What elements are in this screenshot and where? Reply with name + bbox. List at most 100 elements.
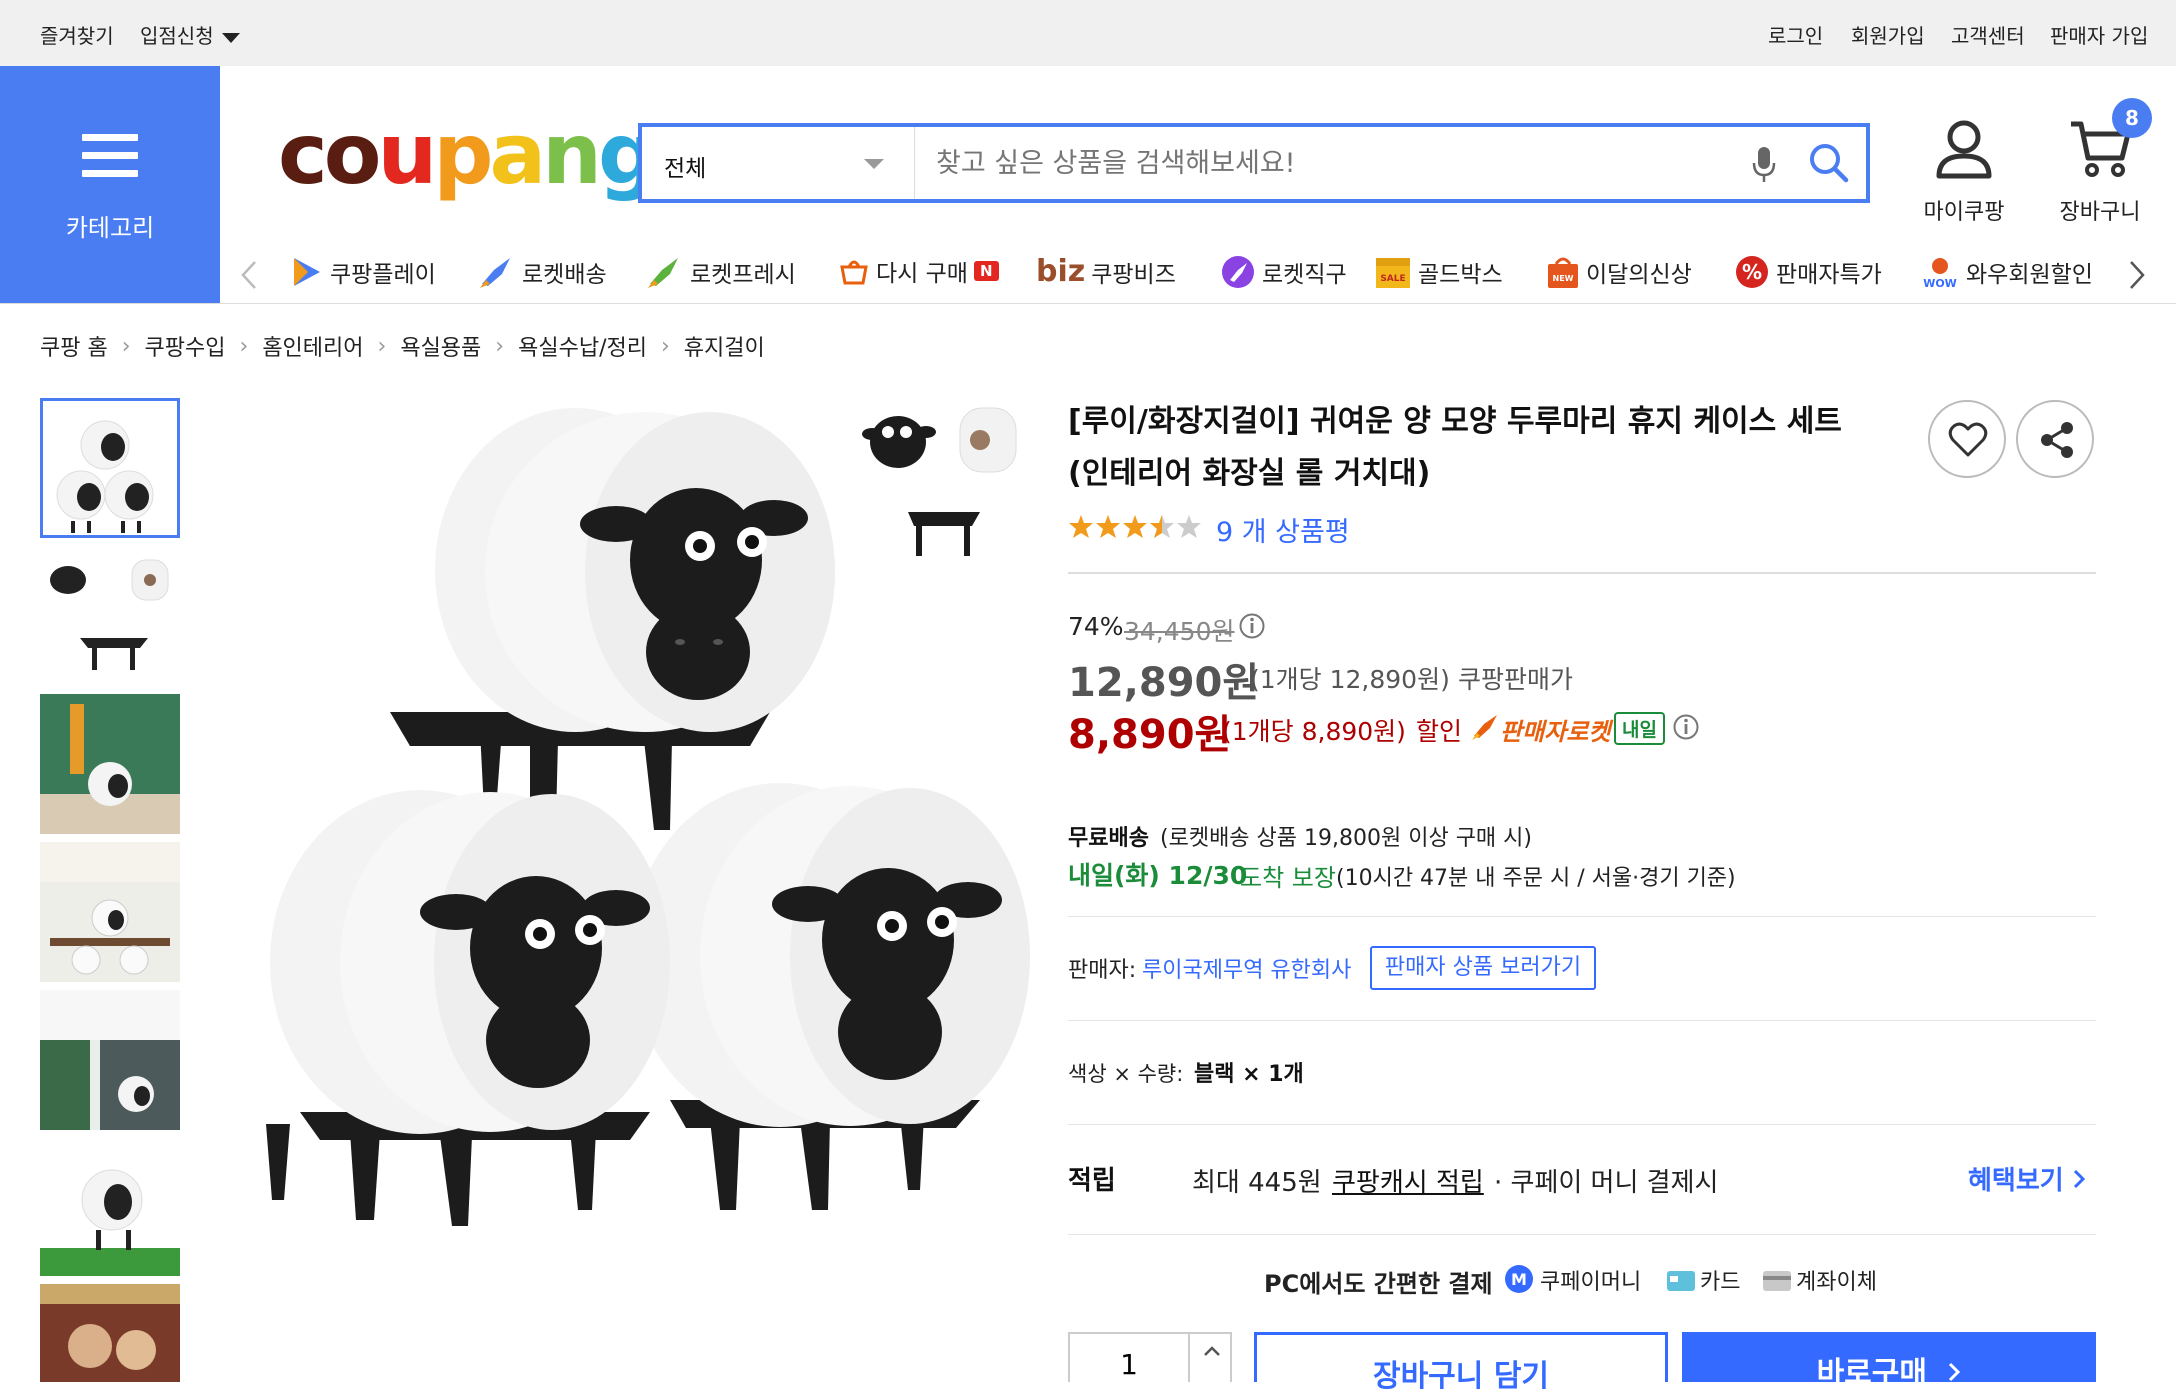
search-input[interactable] bbox=[934, 147, 1738, 180]
new-bag-icon: NEW bbox=[1548, 257, 1578, 288]
info-icon[interactable] bbox=[1238, 612, 1266, 640]
svg-text:M: M bbox=[1511, 1270, 1527, 1289]
arrival-condition: (10시간 47분 내 주문 시 / 서울·경기 기준) bbox=[1336, 866, 1736, 891]
coupang-play-icon bbox=[294, 258, 320, 286]
nav-item-goldbox[interactable]: SALE 골드박스 bbox=[1374, 254, 1503, 290]
breadcrumb-item[interactable]: 욕실용품 bbox=[400, 330, 481, 362]
chevron-right-icon bbox=[2073, 1169, 2085, 1188]
divider bbox=[1068, 572, 2096, 574]
quantity-stepper bbox=[1068, 1332, 1232, 1382]
seller-products-button[interactable]: 판매자 상품 보러가기 bbox=[1370, 946, 1596, 990]
breadcrumb-item[interactable]: 쿠팡 홈 bbox=[40, 330, 108, 362]
search-category-value: 전체 bbox=[664, 156, 707, 182]
my-coupang-button[interactable]: 마이쿠팡 bbox=[1914, 118, 2014, 226]
rocket-icon bbox=[1472, 715, 1497, 740]
chevron-right-icon: › bbox=[660, 333, 670, 359]
thumbnail-1[interactable] bbox=[40, 398, 180, 538]
nav-item-rocket-direct[interactable]: 로켓직구 bbox=[1220, 254, 1347, 290]
chevron-down-icon bbox=[864, 159, 884, 169]
nav-item-rocket-fresh[interactable]: 로켓프레시 bbox=[644, 254, 796, 290]
user-icon bbox=[1936, 120, 1992, 179]
shipping-title: 무료배송 bbox=[1068, 826, 1149, 851]
chevron-right-icon[interactable] bbox=[2128, 260, 2146, 290]
divider bbox=[1068, 1020, 2096, 1021]
category-nav: 쿠팡플레이 로켓배송 로켓프레시 다시 구매 N biz 쿠팡비즈 로켓직구 S… bbox=[220, 240, 2176, 304]
nav-item-rocket[interactable]: 로켓배송 bbox=[476, 254, 607, 290]
thumbnail-4[interactable] bbox=[40, 842, 180, 982]
chevron-right-icon bbox=[1949, 1362, 1961, 1382]
new-badge: N bbox=[973, 261, 999, 281]
nav-item-new[interactable]: NEW 이달의신상 bbox=[1546, 254, 1692, 290]
benefit-link[interactable]: 혜택보기 bbox=[1968, 1160, 2086, 1197]
breadcrumb-item[interactable]: 욕실수납/정리 bbox=[518, 330, 647, 362]
thumbnail-2[interactable] bbox=[40, 548, 180, 688]
rating-stars bbox=[1069, 515, 1201, 538]
seller-name-link[interactable]: 루이국제무역 유한회사 bbox=[1142, 952, 1351, 984]
arrival-date: 내일(화) 12/30 bbox=[1068, 861, 1248, 890]
add-to-cart-label: 장바구니 담기 bbox=[1372, 1359, 1550, 1394]
signup-link[interactable]: 회원가입 bbox=[1851, 20, 1925, 49]
login-link[interactable]: 로그인 bbox=[1768, 20, 1823, 49]
nav-item-rebuy[interactable]: 다시 구매 N bbox=[838, 254, 999, 288]
breadcrumb-item[interactable]: 쿠팡수입 bbox=[145, 330, 226, 362]
buy-now-button[interactable]: 바로구매 bbox=[1682, 1332, 2096, 1391]
thumbnail-3[interactable] bbox=[40, 694, 180, 834]
share-icon bbox=[2041, 422, 2073, 458]
nav-item-wow[interactable]: WOW 와우회원할인 bbox=[1920, 254, 2100, 290]
breadcrumb: 쿠팡 홈 › 쿠팡수입 › 홈인테리어 › 욕실용품 › 욕실수납/정리 › 휴지걸이 bbox=[40, 330, 765, 362]
rocket-fresh-icon bbox=[648, 258, 678, 288]
nav-label: 판매자특가 bbox=[1776, 262, 1882, 288]
discount-rate: 74% bbox=[1068, 612, 1124, 641]
arrival-guarantee: 도착 보장 bbox=[1240, 864, 1336, 892]
sale-unit-price: (1개당 12,890원) bbox=[1250, 665, 1450, 694]
nav-item-seller-deal[interactable]: % 판매자특가 bbox=[1734, 254, 1882, 290]
original-price: 34,450원 bbox=[1124, 617, 1235, 646]
chevron-left-icon[interactable] bbox=[240, 260, 258, 290]
add-to-cart-button[interactable]: 장바구니 담기 bbox=[1254, 1332, 1668, 1394]
share-button[interactable] bbox=[2016, 400, 2094, 478]
pay-method-money: 쿠페이머니 bbox=[1540, 1270, 1642, 1295]
divider bbox=[1068, 1124, 2096, 1125]
wishlist-button[interactable] bbox=[1928, 400, 2006, 478]
seller-signup-link[interactable]: 판매자 가입 bbox=[2050, 20, 2148, 49]
cart-count-badge: 8 bbox=[2112, 98, 2152, 138]
cart-label: 장바구니 bbox=[2059, 200, 2141, 225]
reward-label: 적립 bbox=[1068, 1166, 1116, 1196]
nav-item-coupang-play[interactable]: 쿠팡플레이 bbox=[288, 254, 436, 290]
thumbnail-7[interactable] bbox=[40, 1284, 180, 1382]
category-button[interactable]: 카테고리 bbox=[0, 66, 220, 304]
search-icon[interactable] bbox=[1807, 141, 1851, 185]
chevron-right-icon: › bbox=[239, 333, 249, 359]
bookmark-link[interactable]: 즐겨찾기 bbox=[40, 20, 114, 49]
wow-icon: WOW bbox=[1923, 258, 1957, 290]
rocket-icon bbox=[480, 258, 510, 288]
customer-center-link[interactable]: 고객센터 bbox=[1951, 20, 2025, 49]
chevron-up-icon bbox=[1204, 1346, 1220, 1356]
nav-label: 쿠팡비즈 bbox=[1091, 261, 1176, 288]
buy-now-label: 바로구매 bbox=[1816, 1356, 1927, 1391]
caret-down-icon bbox=[221, 32, 240, 43]
info-icon[interactable] bbox=[1672, 713, 1700, 741]
coupang-logo[interactable]: coupang bbox=[278, 112, 658, 196]
store-apply-link[interactable]: 입점신청 bbox=[140, 20, 240, 49]
quantity-increase-button[interactable] bbox=[1188, 1334, 1234, 1382]
review-count-link[interactable]: 9 개 상품평 bbox=[1216, 510, 1350, 549]
quantity-input[interactable] bbox=[1070, 1334, 1188, 1382]
nav-item-biz[interactable]: biz 쿠팡비즈 bbox=[1036, 254, 1176, 289]
breadcrumb-item[interactable]: 홈인테리어 bbox=[262, 330, 363, 362]
coupon-label: 할인 bbox=[1416, 717, 1463, 746]
reward-max: 최대 445원 bbox=[1192, 1168, 1322, 1198]
main-product-image[interactable] bbox=[240, 400, 1040, 1240]
thumbnail-6[interactable] bbox=[40, 1136, 180, 1276]
search-category-select[interactable]: 전체 bbox=[642, 127, 915, 199]
breadcrumb-item[interactable]: 휴지걸이 bbox=[684, 330, 765, 362]
coupon-price: 8,890원 bbox=[1068, 712, 1232, 758]
microphone-icon[interactable] bbox=[1750, 145, 1778, 185]
store-apply-label: 입점신청 bbox=[140, 24, 214, 48]
thumbnail-5[interactable] bbox=[40, 990, 180, 1130]
my-coupang-label: 마이쿠팡 bbox=[1923, 200, 2005, 225]
benefit-link-label: 혜택보기 bbox=[1968, 1166, 2064, 1196]
shipping-condition: (로켓배송 상품 19,800원 이상 구매 시) bbox=[1160, 826, 1532, 851]
coupang-cash-link[interactable]: 쿠팡캐시 적립 bbox=[1332, 1162, 1484, 1199]
top-utility-bar: 즐겨찾기 입점신청 로그인 회원가입 고객센터 판매자 가입 bbox=[0, 0, 2176, 66]
